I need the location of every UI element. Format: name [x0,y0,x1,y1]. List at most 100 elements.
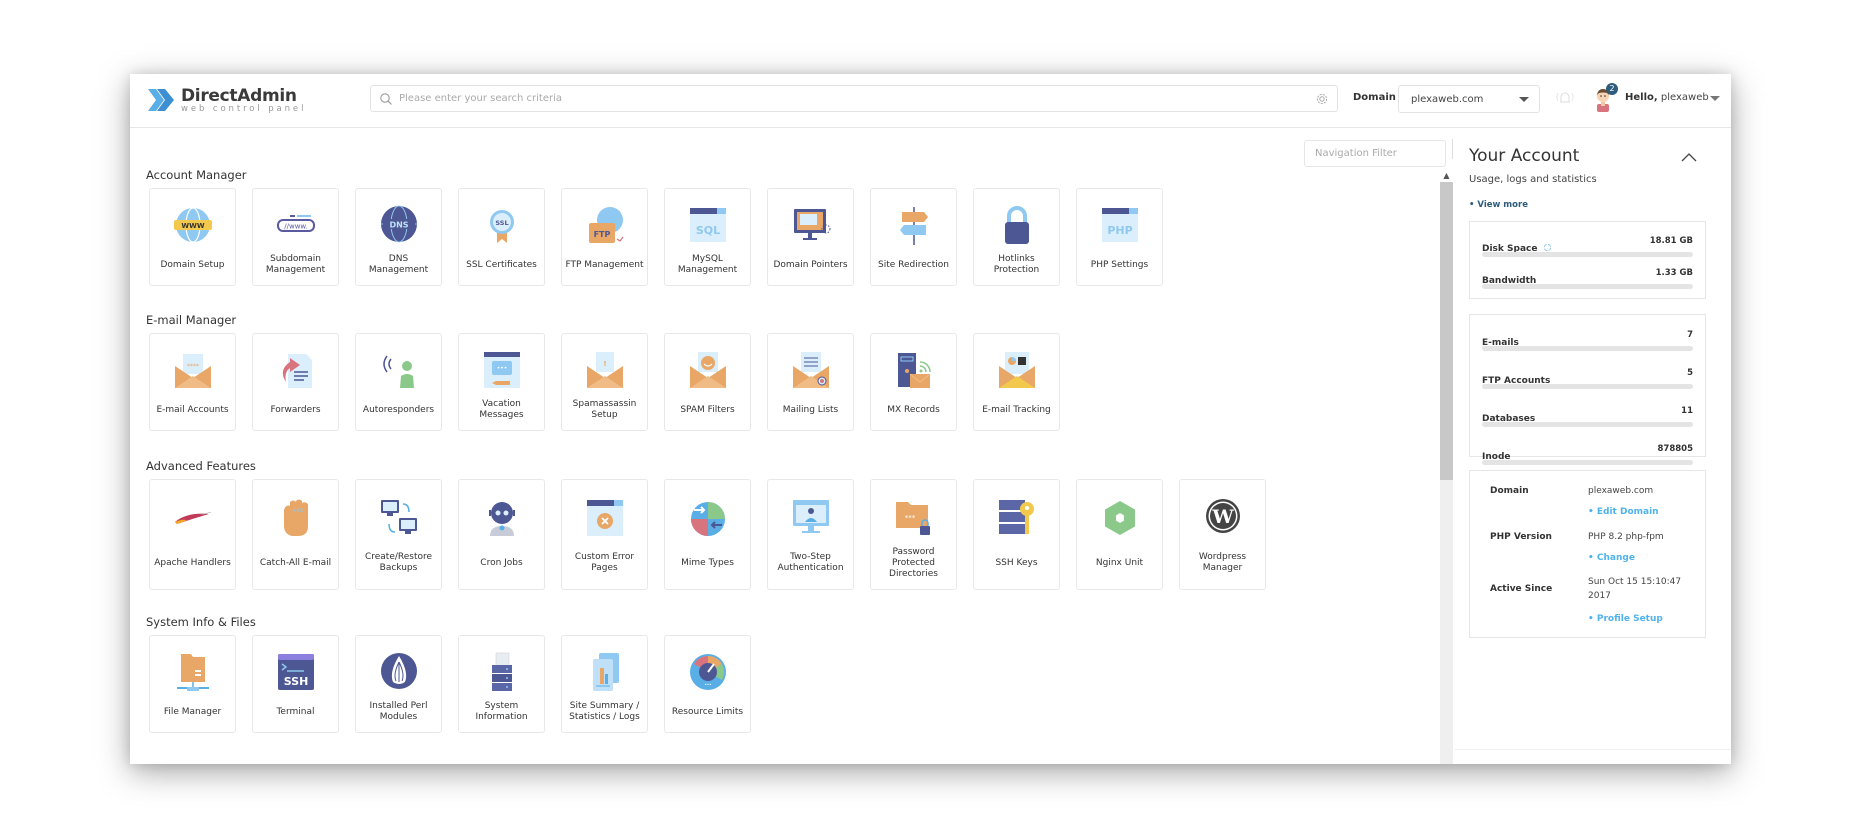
tile-label: E-mail Accounts [156,404,229,415]
svg-text:!: ! [603,360,606,368]
tile-hotlinks-protection[interactable]: Hotlinks Protection [973,188,1060,286]
tile-label: Autoresponders [362,404,435,415]
tile-label: E-mail Tracking [982,404,1051,415]
subdomain-url-icon: //www. [276,215,315,232]
tile-email-accounts[interactable]: **** E-mail Accounts [149,333,236,431]
tile-nginx-unit[interactable]: Nginx Unit [1076,479,1163,590]
tile-ssh-keys[interactable]: SSH Keys [973,479,1060,590]
tile-terminal[interactable]: SSH Terminal [252,635,339,733]
envelope-list-icon [792,352,829,388]
tile-mx-records[interactable]: MX Records [870,333,957,431]
tile-mysql-management[interactable]: SQL MySQL Management [664,188,751,286]
change-php-link[interactable]: • Change [1588,553,1635,563]
tile-resource-limits[interactable]: ••• Resource Limits [664,635,751,733]
your-account-title[interactable]: Your Account [1469,146,1579,166]
tile-apache-handlers[interactable]: Apache Handlers [149,479,236,590]
tile-catch-all-email[interactable]: xxx Catch-All E-mail [252,479,339,590]
tile-label: Forwarders [270,404,321,415]
stat-value: 18.81 GB [1649,236,1693,246]
domain-select-value: plexaweb.com [1411,93,1484,105]
bell-icon[interactable] [1554,87,1576,109]
tile-two-step-authentication[interactable]: Two-Step Authentication [767,479,854,590]
ftp-folder-icon: FTP [588,207,623,243]
chat-window-icon: ••• [483,352,520,388]
domain-setup-section-title[interactable]: Domain Setup [1469,763,1590,764]
stat-value: 1.33 GB [1655,268,1693,278]
email-manager-grid: **** E-mail Accounts Forwarders Autoresp… [149,333,1060,431]
tile-vacation-messages[interactable]: ••• Vacation Messages [458,333,545,431]
tile-spamassassin-setup[interactable]: ! Spamassassin Setup [561,333,648,431]
tile-domain-setup[interactable]: WWW Domain Setup [149,188,236,286]
tile-spam-filters[interactable]: SPAM Filters [664,333,751,431]
tile-create-restore-backups[interactable]: Create/Restore Backups [355,479,442,590]
tile-ssl-certificates[interactable]: SSL SSL Certificates [458,188,545,286]
tile-system-information[interactable]: System Information [458,635,545,733]
server-mail-icon [897,353,931,388]
tile-label: Resource Limits [671,706,744,717]
info-domain-value: plexaweb.com [1588,486,1654,496]
tile-installed-perl-modules[interactable]: Installed Perl Modules [355,635,442,733]
refresh-icon[interactable] [1543,243,1552,252]
stat-emails: E-mails 7 [1482,330,1693,351]
navigation-filter-input[interactable] [1304,140,1446,167]
stat-value: 11 [1681,406,1693,416]
section-title-account-manager: Account Manager [146,168,247,182]
stats-document-icon [592,653,619,691]
search-input[interactable] [393,86,1315,111]
tile-label: FTP Management [565,259,644,270]
view-more-link[interactable]: • View more [1469,200,1528,210]
server-key-icon [998,500,1034,534]
tile-file-manager[interactable]: File Manager [149,635,236,733]
tile-mailing-lists[interactable]: Mailing Lists [767,333,854,431]
tile-subdomain-management[interactable]: //www. Subdomain Management [252,188,339,286]
padlock-icon [1004,206,1029,244]
tile-forwarders[interactable]: Forwarders [252,333,339,431]
scroll-thumb[interactable] [1440,182,1453,480]
sql-window-icon: SQL [689,208,726,242]
globe-www-icon: WWW [173,207,212,243]
tile-ftp-management[interactable]: FTP FTP Management [561,188,648,286]
tile-label: Subdomain Management [265,254,326,275]
tile-email-tracking[interactable]: E-mail Tracking [973,333,1060,431]
mime-circle-icon [690,502,725,536]
apache-feather-icon [174,511,211,524]
php-window-icon: PHP [1101,208,1138,242]
edit-domain-link[interactable]: • Edit Domain [1588,507,1659,517]
logo[interactable]: DirectAdmin web control panel [146,83,306,117]
robot-icon [488,502,515,536]
main-scrollbar[interactable]: ▲ [1440,170,1453,764]
tile-mime-types[interactable]: Mime Types [664,479,751,590]
info-php-key: PHP Version [1490,532,1552,542]
svg-text:SSH: SSH [283,675,308,688]
tile-label: SSL Certificates [466,259,537,270]
tile-domain-pointers[interactable]: Domain Pointers [767,188,854,286]
scroll-up-arrow-icon[interactable]: ▲ [1440,170,1453,182]
caret-down-icon[interactable] [1710,96,1720,101]
progress-bar [1482,422,1693,427]
stat-ftp-accounts: FTP Accounts 5 [1482,368,1693,389]
account-sidebar: Your Account Usage, logs and statistics … [1455,129,1731,764]
profile-setup-link[interactable]: • Profile Setup [1588,614,1663,624]
svg-text:PHP: PHP [1107,224,1132,237]
gauge-icon: ••• [689,654,726,690]
main-content: Account Manager WWW Domain Setup //www. [130,129,1452,764]
tile-autoresponders[interactable]: Autoresponders [355,333,442,431]
tile-site-summary-statistics-logs[interactable]: Site Summary / Statistics / Logs [561,635,648,733]
tile-password-protected-directories[interactable]: *** Password Protected Directories [870,479,957,590]
app-window: DirectAdmin web control panel Domain ple… [130,74,1731,764]
tile-site-redirection[interactable]: Site Redirection [870,188,957,286]
tile-php-settings[interactable]: PHP PHP Settings [1076,188,1163,286]
tile-label: Site Summary / Statistics / Logs [569,701,640,722]
tile-custom-error-pages[interactable]: Custom Error Pages [561,479,648,590]
tile-dns-management[interactable]: DNS DNS Management [355,188,442,286]
user-menu[interactable]: Hello, plexaweb [1625,92,1709,103]
chevron-up-icon[interactable] [1681,152,1697,162]
tile-cron-jobs[interactable]: Cron Jobs [458,479,545,590]
gear-icon[interactable] [1315,92,1329,106]
your-account-subtitle: Usage, logs and statistics [1469,174,1597,185]
server-stack-icon [491,652,512,691]
progress-bar [1482,460,1693,465]
progress-bar [1482,346,1693,351]
tile-wordpress-manager[interactable]: W Wordpress Manager [1179,479,1266,590]
domain-select[interactable]: plexaweb.com [1398,85,1540,113]
